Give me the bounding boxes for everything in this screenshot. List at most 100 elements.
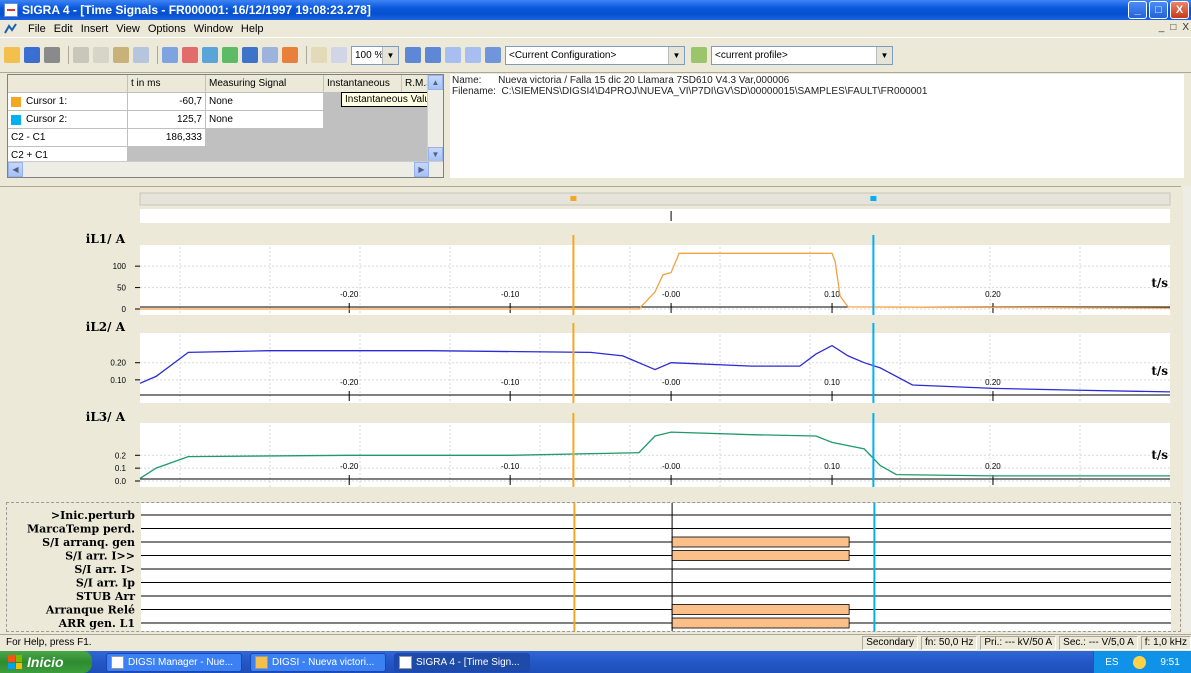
- language-indicator[interactable]: ES: [1105, 657, 1118, 668]
- print-icon[interactable]: [44, 47, 60, 63]
- binary-active-bar: [671, 604, 850, 615]
- menu-insert[interactable]: Insert: [77, 23, 113, 35]
- cursor2-icon[interactable]: [425, 47, 441, 63]
- task-sigra[interactable]: SIGRA 4 - [Time Sign...: [394, 652, 530, 672]
- menu-window[interactable]: Window: [190, 23, 237, 35]
- mdi-minimize-button[interactable]: _: [1159, 22, 1165, 33]
- row-label: Cursor 2:: [8, 111, 128, 129]
- separator: [306, 46, 307, 64]
- task-digsi-manager[interactable]: DIGSI Manager - Nue...: [106, 652, 242, 672]
- signal-title: iL1/ A: [86, 232, 126, 246]
- close-button[interactable]: X: [1170, 1, 1189, 19]
- clock: 9:51: [1160, 656, 1180, 668]
- circle-diagram-icon[interactable]: [202, 47, 218, 63]
- binary-active-bar: [671, 550, 850, 561]
- vector-diagram-icon[interactable]: [182, 47, 198, 63]
- mdi-restore-button[interactable]: □: [1170, 22, 1176, 33]
- zoom-icon[interactable]: [331, 47, 347, 63]
- configuration-icon[interactable]: [485, 47, 501, 63]
- menu-help[interactable]: Help: [237, 23, 268, 35]
- chevron-left-icon[interactable]: ◀: [8, 162, 23, 177]
- paste-icon[interactable]: [113, 47, 129, 63]
- plot-background: [140, 245, 1170, 315]
- x-tick-label: 0.10: [824, 462, 840, 471]
- cut-icon[interactable]: [73, 47, 89, 63]
- chevron-up-icon[interactable]: ▲: [428, 75, 443, 90]
- tooltip: Instantaneous Value: [341, 92, 440, 107]
- name-value: Nueva victoria / Falla 15 dic 20 Llamara…: [498, 75, 790, 86]
- x-tick-label: -0.10: [501, 290, 520, 299]
- x-axis-unit: t/s: [1151, 276, 1168, 290]
- save-icon[interactable]: [24, 47, 40, 63]
- binary-plots[interactable]: >Inic.perturbMarcaTemp perd.S/I arranq. …: [7, 503, 1180, 631]
- table-row[interactable]: Cursor 2: 125,7 None: [8, 111, 430, 129]
- locus-diagram-icon[interactable]: [222, 47, 238, 63]
- chevron-down-icon[interactable]: ▼: [428, 147, 443, 162]
- menu-edit[interactable]: Edit: [50, 23, 77, 35]
- time-ruler: [139, 192, 1171, 206]
- signal-title: iL3/ A: [86, 410, 126, 424]
- y-tick-label: 0.0: [115, 477, 127, 486]
- chevron-right-icon[interactable]: ▶: [414, 162, 429, 177]
- grid-icon[interactable]: [465, 47, 481, 63]
- x-tick-label: -0.00: [662, 462, 681, 471]
- chevron-down-icon[interactable]: ▼: [876, 46, 892, 64]
- cursor-table-hscroll[interactable]: ◀ ▶: [8, 161, 443, 177]
- help-text: For Help, press F1.: [6, 637, 92, 648]
- header-time[interactable]: t in ms: [128, 75, 206, 93]
- security-icon[interactable]: [1132, 655, 1146, 669]
- start-button[interactable]: Inicio: [0, 651, 92, 673]
- plot-background: [140, 423, 1170, 487]
- minimize-button[interactable]: _: [1128, 1, 1147, 19]
- system-tray: ES 9:51: [1093, 651, 1191, 673]
- x-tick-label: 0.10: [824, 378, 840, 387]
- separator: [157, 46, 158, 64]
- binary-background: [141, 503, 1171, 631]
- open-icon[interactable]: [4, 47, 20, 63]
- frequency-status: fn: 50,0 Hz: [921, 635, 978, 650]
- task-digsi-nueva[interactable]: DIGSI - Nueva victori...: [250, 652, 386, 672]
- menu-view[interactable]: View: [112, 23, 144, 35]
- y-tick-label: 50: [117, 284, 126, 293]
- export-icon[interactable]: [133, 47, 149, 63]
- windows-logo-icon: [8, 655, 22, 669]
- configuration-select[interactable]: <Current Configuration> ▼: [505, 45, 685, 65]
- plot-panel-1: 100 50 0 iL1/ A -0.20 -0.10 -0.00 0.10 0.20 t/s: [86, 232, 1171, 315]
- cursor-table-vscroll[interactable]: ▲ ▼: [427, 75, 443, 163]
- file-info: Name: Nueva victoria / Falla 15 dic 20 L…: [450, 74, 1184, 178]
- copy-icon[interactable]: [93, 47, 109, 63]
- profile-icon[interactable]: [691, 47, 707, 63]
- plot-panel-3: 0.2 0.1 0.0 iL3/ A -0.20 -0.10 -0.00 0.10 0.20 t/…: [86, 410, 1170, 487]
- sampling-status: f: 1,0 kHz: [1140, 635, 1191, 650]
- row-label: Cursor 1:: [8, 93, 128, 111]
- x-tick-label: -0.20: [340, 290, 359, 299]
- cursor2-signal[interactable]: None: [206, 111, 324, 129]
- menu-options[interactable]: Options: [144, 23, 190, 35]
- filename-value: C:\SIEMENS\DIGSI4\D4PROJ\NUEVA_VI\P7DI\G…: [501, 86, 928, 97]
- cursor1-time[interactable]: -60,7: [128, 93, 206, 111]
- fault-locator-icon[interactable]: [282, 47, 298, 63]
- header-instantaneous[interactable]: Instantaneous: [324, 75, 402, 93]
- header-rms[interactable]: R.M.S: [402, 75, 430, 93]
- mdi-close-button[interactable]: X: [1182, 22, 1189, 33]
- chevron-down-icon[interactable]: ▼: [668, 46, 684, 64]
- signal-icon[interactable]: [445, 47, 461, 63]
- y-tick-label: 0.20: [110, 359, 126, 368]
- chevron-down-icon[interactable]: ▼: [382, 46, 398, 64]
- harmonics-icon[interactable]: [242, 47, 258, 63]
- zoom-select[interactable]: 100 % ▼: [351, 45, 399, 65]
- cursor1-marker: [570, 196, 577, 201]
- cursor1-signal[interactable]: None: [206, 93, 324, 111]
- cursor1-icon[interactable]: [405, 47, 421, 63]
- main-vscroll[interactable]: [1183, 186, 1191, 632]
- header-signal[interactable]: Measuring Signal: [206, 75, 324, 93]
- time-signals-icon[interactable]: [162, 47, 178, 63]
- cursor2-time[interactable]: 125,7: [128, 111, 206, 129]
- table-icon[interactable]: [262, 47, 278, 63]
- maximize-button[interactable]: □: [1149, 1, 1168, 19]
- binary-signal-label: S/I arr. I>: [74, 563, 135, 576]
- analog-plots[interactable]: 100500iL1/ A-0.20 -0.10 -0.00 0.10 0.20t/s0.…: [0, 187, 1181, 497]
- profile-select[interactable]: <current profile> ▼: [711, 45, 893, 65]
- menu-file[interactable]: File: [24, 23, 50, 35]
- hand-icon[interactable]: [311, 47, 327, 63]
